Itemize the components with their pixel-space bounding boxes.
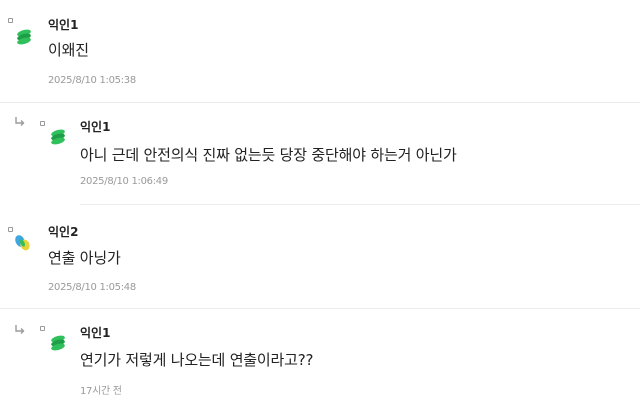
green-stack-avatar-icon <box>51 335 65 351</box>
comment-bullet-icon <box>40 326 45 331</box>
green-stack-avatar-icon <box>51 129 65 145</box>
comment-text: 이왜진 <box>48 41 89 59</box>
comment-text: 아니 근데 안전의식 진짜 없는듯 당장 중단해야 하는거 아닌가 <box>80 146 457 164</box>
comment-timestamp: 2025/8/10 1:05:48 <box>48 282 136 293</box>
comment-divider <box>0 102 640 103</box>
reply-item: 익인1 연기가 저렇게 나오는데 연출이라고?? 17시간 전 <box>0 312 640 404</box>
comment-item: 익인2 연출 아닝가 2025/8/10 1:05:48 <box>0 210 640 310</box>
comment-text: 연출 아닝가 <box>48 249 121 267</box>
comment-author[interactable]: 익인1 <box>48 16 78 33</box>
comment-bullet-icon <box>40 121 45 126</box>
comment-author[interactable]: 익인1 <box>80 118 110 135</box>
reply-item: 익인1 아니 근데 안전의식 진짜 없는듯 당장 중단해야 하는거 아닌가 20… <box>0 104 640 204</box>
comment-item: 익인1 이왜진 2025/8/10 1:05:38 <box>0 0 640 100</box>
comment-divider <box>80 204 640 205</box>
comment-author[interactable]: 익인1 <box>80 324 110 341</box>
comment-text: 연기가 저렇게 나오는데 연출이라고?? <box>80 351 314 369</box>
comment-timestamp: 2025/8/10 1:05:38 <box>48 75 136 86</box>
reply-arrow-icon <box>15 325 25 334</box>
comment-divider <box>0 308 640 309</box>
green-stack-avatar-icon <box>17 29 31 45</box>
comment-author[interactable]: 익인2 <box>48 223 78 240</box>
comment-timestamp: 17시간 전 <box>80 386 122 397</box>
comment-timestamp: 2025/8/10 1:06:49 <box>80 176 168 187</box>
comment-bullet-icon <box>8 18 13 23</box>
reply-arrow-icon <box>15 117 25 126</box>
blue-yellow-avatar-icon <box>15 235 30 251</box>
